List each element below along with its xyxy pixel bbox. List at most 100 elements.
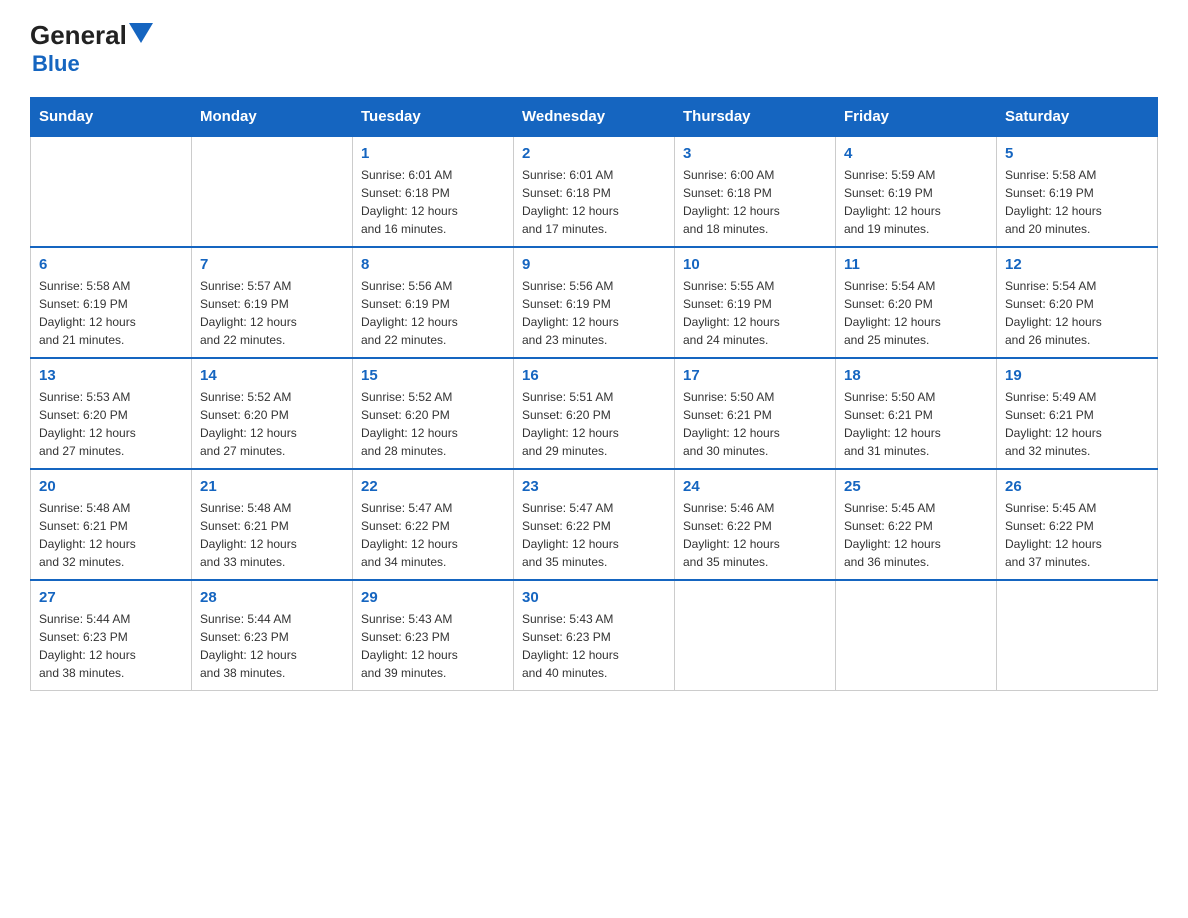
logo: General Blue bbox=[30, 20, 153, 77]
calendar-day-cell: 12Sunrise: 5:54 AMSunset: 6:20 PMDayligh… bbox=[997, 247, 1158, 358]
day-info: Sunrise: 5:53 AMSunset: 6:20 PMDaylight:… bbox=[39, 388, 183, 460]
calendar-day-cell: 2 Sunrise: 6:01 AMSunset: 6:18 PMDaylight… bbox=[514, 136, 675, 247]
day-info: Sunrise: 5:45 AMSunset: 6:22 PMDaylight:… bbox=[1005, 499, 1149, 571]
calendar-week-row: 1 Sunrise: 6:01 AMSunset: 6:18 PMDaylight… bbox=[31, 136, 1158, 247]
calendar-day-cell bbox=[31, 136, 192, 247]
calendar-day-cell: 5 Sunrise: 5:58 AMSunset: 6:19 PMDaylight… bbox=[997, 136, 1158, 247]
day-number: 18 bbox=[844, 367, 988, 384]
day-number: 2 bbox=[522, 145, 666, 162]
day-number: 17 bbox=[683, 367, 827, 384]
calendar-week-row: 27 Sunrise: 5:44 AMSunset: 6:23 PMDayligh… bbox=[31, 580, 1158, 691]
calendar-day-cell: 29 Sunrise: 5:43 AMSunset: 6:23 PMDayligh… bbox=[353, 580, 514, 691]
day-number: 24 bbox=[683, 478, 827, 495]
day-info: Sunrise: 5:50 AMSunset: 6:21 PMDaylight:… bbox=[844, 388, 988, 460]
calendar-day-cell: 19 Sunrise: 5:49 AMSunset: 6:21 PMDayligh… bbox=[997, 358, 1158, 469]
calendar-header-row: SundayMondayTuesdayWednesdayThursdayFrid… bbox=[31, 98, 1158, 137]
calendar-day-cell bbox=[836, 580, 997, 691]
day-info: Sunrise: 5:49 AMSunset: 6:21 PMDaylight:… bbox=[1005, 388, 1149, 460]
calendar-day-cell: 11Sunrise: 5:54 AMSunset: 6:20 PMDayligh… bbox=[836, 247, 997, 358]
day-number: 13 bbox=[39, 367, 183, 384]
day-info: Sunrise: 5:52 AMSunset: 6:20 PMDaylight:… bbox=[361, 388, 505, 460]
logo-triangle-icon bbox=[129, 23, 153, 43]
calendar-day-cell bbox=[192, 136, 353, 247]
calendar-day-header: Monday bbox=[192, 98, 353, 137]
day-number: 1 bbox=[361, 145, 505, 162]
page-header: General Blue bbox=[30, 20, 1158, 77]
day-info: Sunrise: 5:58 AMSunset: 6:19 PMDaylight:… bbox=[39, 277, 183, 349]
calendar-week-row: 6Sunrise: 5:58 AMSunset: 6:19 PMDaylight… bbox=[31, 247, 1158, 358]
calendar-day-cell: 27Sunrise: 5:44 AMSunset: 6:23 PMDayligh… bbox=[31, 580, 192, 691]
day-number: 12 bbox=[1005, 256, 1149, 273]
calendar-day-header: Saturday bbox=[997, 98, 1158, 137]
calendar-table: SundayMondayTuesdayWednesdayThursdayFrid… bbox=[30, 97, 1158, 691]
day-number: 4 bbox=[844, 145, 988, 162]
day-info: Sunrise: 5:47 AMSunset: 6:22 PMDaylight:… bbox=[522, 499, 666, 571]
day-info: Sunrise: 5:58 AMSunset: 6:19 PMDaylight:… bbox=[1005, 166, 1149, 238]
day-info: Sunrise: 5:59 AMSunset: 6:19 PMDaylight:… bbox=[844, 166, 988, 238]
day-number: 27 bbox=[39, 589, 183, 606]
day-info: Sunrise: 5:56 AMSunset: 6:19 PMDaylight:… bbox=[522, 277, 666, 349]
calendar-day-cell: 14 Sunrise: 5:52 AMSunset: 6:20 PMDayligh… bbox=[192, 358, 353, 469]
day-number: 14 bbox=[200, 367, 344, 384]
calendar-day-cell: 8 Sunrise: 5:56 AMSunset: 6:19 PMDaylight… bbox=[353, 247, 514, 358]
calendar-day-cell: 10 Sunrise: 5:55 AMSunset: 6:19 PMDayligh… bbox=[675, 247, 836, 358]
calendar-day-header: Wednesday bbox=[514, 98, 675, 137]
calendar-day-cell: 16 Sunrise: 5:51 AMSunset: 6:20 PMDayligh… bbox=[514, 358, 675, 469]
day-info: Sunrise: 5:43 AMSunset: 6:23 PMDaylight:… bbox=[522, 610, 666, 682]
day-number: 16 bbox=[522, 367, 666, 384]
calendar-day-cell: 24 Sunrise: 5:46 AMSunset: 6:22 PMDayligh… bbox=[675, 469, 836, 580]
day-info: Sunrise: 6:01 AMSunset: 6:18 PMDaylight:… bbox=[522, 166, 666, 238]
calendar-day-cell: 26 Sunrise: 5:45 AMSunset: 6:22 PMDayligh… bbox=[997, 469, 1158, 580]
day-info: Sunrise: 5:45 AMSunset: 6:22 PMDaylight:… bbox=[844, 499, 988, 571]
calendar-day-header: Friday bbox=[836, 98, 997, 137]
day-number: 20 bbox=[39, 478, 183, 495]
day-info: Sunrise: 5:46 AMSunset: 6:22 PMDaylight:… bbox=[683, 499, 827, 571]
calendar-day-cell: 4 Sunrise: 5:59 AMSunset: 6:19 PMDaylight… bbox=[836, 136, 997, 247]
calendar-day-cell: 17 Sunrise: 5:50 AMSunset: 6:21 PMDayligh… bbox=[675, 358, 836, 469]
day-number: 5 bbox=[1005, 145, 1149, 162]
calendar-day-cell: 1 Sunrise: 6:01 AMSunset: 6:18 PMDaylight… bbox=[353, 136, 514, 247]
calendar-day-cell: 6Sunrise: 5:58 AMSunset: 6:19 PMDaylight… bbox=[31, 247, 192, 358]
day-info: Sunrise: 5:48 AMSunset: 6:21 PMDaylight:… bbox=[39, 499, 183, 571]
calendar-day-header: Tuesday bbox=[353, 98, 514, 137]
day-number: 8 bbox=[361, 256, 505, 273]
day-info: Sunrise: 5:56 AMSunset: 6:19 PMDaylight:… bbox=[361, 277, 505, 349]
calendar-day-cell bbox=[997, 580, 1158, 691]
day-info: Sunrise: 6:01 AMSunset: 6:18 PMDaylight:… bbox=[361, 166, 505, 238]
day-number: 22 bbox=[361, 478, 505, 495]
calendar-week-row: 20 Sunrise: 5:48 AMSunset: 6:21 PMDayligh… bbox=[31, 469, 1158, 580]
calendar-day-cell: 7 Sunrise: 5:57 AMSunset: 6:19 PMDaylight… bbox=[192, 247, 353, 358]
calendar-day-cell bbox=[675, 580, 836, 691]
day-number: 10 bbox=[683, 256, 827, 273]
calendar-day-cell: 9 Sunrise: 5:56 AMSunset: 6:19 PMDaylight… bbox=[514, 247, 675, 358]
day-info: Sunrise: 5:57 AMSunset: 6:19 PMDaylight:… bbox=[200, 277, 344, 349]
day-info: Sunrise: 5:50 AMSunset: 6:21 PMDaylight:… bbox=[683, 388, 827, 460]
day-info: Sunrise: 5:55 AMSunset: 6:19 PMDaylight:… bbox=[683, 277, 827, 349]
day-info: Sunrise: 5:52 AMSunset: 6:20 PMDaylight:… bbox=[200, 388, 344, 460]
day-info: Sunrise: 5:43 AMSunset: 6:23 PMDaylight:… bbox=[361, 610, 505, 682]
calendar-day-cell: 25Sunrise: 5:45 AMSunset: 6:22 PMDayligh… bbox=[836, 469, 997, 580]
day-info: Sunrise: 5:48 AMSunset: 6:21 PMDaylight:… bbox=[200, 499, 344, 571]
day-number: 15 bbox=[361, 367, 505, 384]
day-number: 11 bbox=[844, 256, 988, 273]
calendar-day-cell: 18 Sunrise: 5:50 AMSunset: 6:21 PMDayligh… bbox=[836, 358, 997, 469]
calendar-week-row: 13 Sunrise: 5:53 AMSunset: 6:20 PMDayligh… bbox=[31, 358, 1158, 469]
calendar-day-cell: 13 Sunrise: 5:53 AMSunset: 6:20 PMDayligh… bbox=[31, 358, 192, 469]
calendar-day-cell: 30 Sunrise: 5:43 AMSunset: 6:23 PMDayligh… bbox=[514, 580, 675, 691]
calendar-day-cell: 20 Sunrise: 5:48 AMSunset: 6:21 PMDayligh… bbox=[31, 469, 192, 580]
day-number: 30 bbox=[522, 589, 666, 606]
day-number: 21 bbox=[200, 478, 344, 495]
day-info: Sunrise: 5:51 AMSunset: 6:20 PMDaylight:… bbox=[522, 388, 666, 460]
day-number: 29 bbox=[361, 589, 505, 606]
day-number: 7 bbox=[200, 256, 344, 273]
day-number: 9 bbox=[522, 256, 666, 273]
day-info: Sunrise: 5:44 AMSunset: 6:23 PMDaylight:… bbox=[200, 610, 344, 682]
calendar-day-cell: 15 Sunrise: 5:52 AMSunset: 6:20 PMDayligh… bbox=[353, 358, 514, 469]
day-number: 26 bbox=[1005, 478, 1149, 495]
day-number: 19 bbox=[1005, 367, 1149, 384]
day-number: 28 bbox=[200, 589, 344, 606]
logo-blue-text: Blue bbox=[32, 51, 153, 77]
calendar-day-cell: 21 Sunrise: 5:48 AMSunset: 6:21 PMDayligh… bbox=[192, 469, 353, 580]
calendar-day-cell: 3Sunrise: 6:00 AMSunset: 6:18 PMDaylight… bbox=[675, 136, 836, 247]
calendar-day-header: Sunday bbox=[31, 98, 192, 137]
